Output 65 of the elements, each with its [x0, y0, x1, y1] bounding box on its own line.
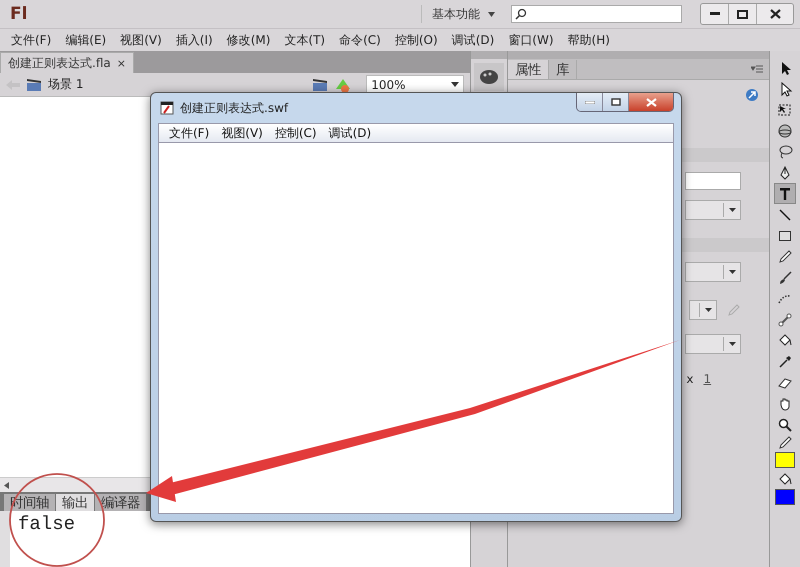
close-icon [770, 9, 780, 19]
output-text: false [18, 513, 76, 535]
clapperboard-icon [26, 78, 42, 92]
search-icon [515, 8, 527, 20]
color-swatch[interactable] [775, 489, 796, 505]
menu-item[interactable]: 视图(V) [215, 124, 269, 142]
caret-icon [728, 208, 736, 212]
minimize-icon [710, 12, 720, 16]
search-field[interactable] [511, 5, 682, 23]
tool-button[interactable] [774, 183, 796, 204]
panel-menu-icon[interactable] [751, 65, 764, 73]
menu-item[interactable]: 编辑(E) [58, 32, 114, 48]
lasso-icon [777, 144, 794, 160]
panel-tab[interactable]: 输出 [56, 494, 94, 511]
stroke-value[interactable]: 1 [703, 372, 712, 386]
help-link-icon[interactable] [745, 88, 760, 102]
brush-icon [777, 270, 794, 286]
menu-item[interactable]: 文件(F) [4, 32, 58, 48]
bone-icon [777, 312, 794, 328]
close-icon [646, 98, 656, 106]
caret-icon [728, 270, 736, 274]
palette-icon[interactable] [479, 69, 500, 85]
menu-item[interactable]: 修改(M) [220, 32, 278, 48]
scene-label: 场景 1 [48, 76, 84, 93]
scroll-left-icon[interactable] [4, 482, 9, 488]
document-tab[interactable]: 创建正则表达式.fla × [0, 52, 134, 73]
menu-item[interactable]: 插入(I) [168, 32, 220, 48]
caret-icon [451, 82, 460, 87]
sphere-icon [777, 122, 794, 138]
menu-item[interactable]: 帮助(H) [560, 32, 617, 48]
workspace-label[interactable]: 基本功能 [432, 6, 480, 22]
eyedropper-icon [777, 354, 794, 370]
menu-item[interactable]: 控制(O) [388, 32, 445, 48]
minimize-icon [584, 100, 594, 104]
dropdown-caret-icon[interactable] [488, 12, 495, 16]
pencil-icon [777, 248, 794, 264]
menu-item[interactable]: 调试(D) [444, 32, 502, 48]
dashed-square-icon [777, 102, 794, 118]
dropdown[interactable] [689, 300, 718, 320]
pencil-icon [777, 435, 794, 451]
menu-item[interactable]: 文本(T) [277, 32, 332, 48]
panel-tab[interactable]: 属性 [508, 60, 550, 79]
color-swatch[interactable] [775, 452, 796, 468]
flash-file-icon [160, 101, 174, 115]
panel-tab[interactable]: 编译器 [95, 494, 146, 511]
caret-icon [728, 342, 736, 346]
maximize-icon [737, 10, 748, 18]
magnifier-icon [777, 416, 794, 432]
menu-item[interactable]: 文件(F) [163, 124, 216, 142]
text-input[interactable] [685, 172, 742, 190]
window-title: 创建正则表达式.swf [180, 100, 288, 116]
menu-item[interactable]: 调试(D) [322, 124, 378, 142]
menu-item[interactable]: 命令(C) [332, 32, 388, 48]
paint-bucket-icon [777, 332, 794, 348]
menu-item[interactable]: 控制(C) [268, 124, 323, 142]
symbol-shapes-icon[interactable] [334, 76, 352, 92]
caret-icon [704, 308, 712, 312]
menu-item[interactable]: 窗口(W) [501, 32, 561, 48]
panel-icon-button[interactable] [474, 63, 504, 91]
clapperboard-icon[interactable] [312, 78, 328, 92]
multiply-label: x [686, 372, 694, 386]
maximize-icon [610, 98, 620, 106]
menu-item[interactable]: 视图(V) [113, 32, 169, 48]
app-logo: Fl [10, 4, 28, 24]
maximize-button[interactable] [603, 93, 629, 111]
